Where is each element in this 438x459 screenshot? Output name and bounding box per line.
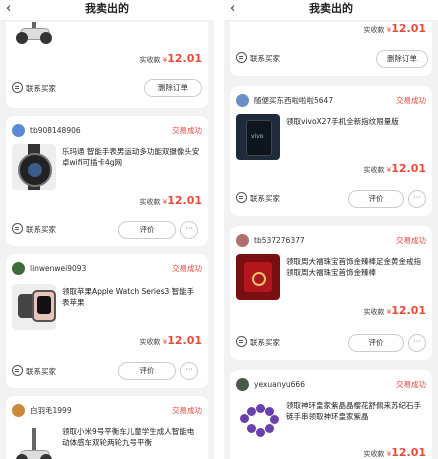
- delete-order-button[interactable]: 删除订单: [144, 79, 202, 97]
- product-title[interactable]: 乐玛通 智能手表男运动多功能双摄像头安卓wifi可插卡4g网: [62, 146, 200, 168]
- price-amount: 12.01: [167, 194, 202, 207]
- avatar[interactable]: [236, 378, 249, 391]
- price-display: 实收款 ¥12.01: [363, 22, 427, 35]
- price-display: 实收款 ¥12.01: [139, 52, 203, 65]
- status-badge: 交易成功: [396, 96, 426, 105]
- review-button[interactable]: 评价: [348, 190, 404, 208]
- price-amount: 12.01: [391, 304, 426, 317]
- product-title[interactable]: 领取苹果Apple Watch Series3 智能手表苹果: [62, 286, 200, 308]
- product-image[interactable]: [12, 144, 56, 190]
- product-image[interactable]: [12, 424, 56, 459]
- review-button[interactable]: 评价: [118, 221, 176, 239]
- price-display: 实收款 ¥12.01: [363, 304, 427, 317]
- order-card: tb537276377 交易成功 领取周大福珠宝首饰金臻棒足金黄金戒指领取周大福…: [230, 226, 432, 360]
- avatar[interactable]: [12, 124, 25, 137]
- price-display: 实收款 ¥12.01: [139, 334, 203, 347]
- avatar[interactable]: [12, 404, 25, 417]
- chat-icon: [236, 192, 247, 203]
- buyer-name: yexuanyu666: [254, 380, 305, 389]
- review-button[interactable]: 评价: [118, 362, 176, 380]
- chat-icon: [12, 365, 23, 376]
- product-title[interactable]: 领取神环皇家紫晶晶樱花舒佩来苏纪石手链手串领取神环皇家紫晶: [286, 400, 424, 422]
- right-screen: ‹ 我卖出的 实收款 ¥12.01 联系买家 删除订单 随便买东西啦啦啦5647…: [224, 0, 438, 459]
- avatar[interactable]: [12, 262, 25, 275]
- product-title[interactable]: 领取周大福珠宝首饰金臻棒足金黄金戒指领取周大福珠宝首饰金臻棒: [286, 256, 424, 278]
- product-title[interactable]: 领取vivoX27手机全新指纹限量版: [286, 116, 424, 127]
- price-display: 实收款 ¥12.01: [363, 446, 427, 459]
- product-image[interactable]: [12, 284, 56, 330]
- buyer-name: tb537276377: [254, 236, 305, 245]
- order-card: 随便买东西啦啦啦5647 交易成功 领取vivoX27手机全新指纹限量版 实收款…: [230, 86, 432, 216]
- order-card: yexuanyu666 交易成功 领取神环皇家紫晶晶樱花舒佩来苏纪石手链手串领取…: [230, 370, 432, 459]
- price-display: 实收款 ¥12.01: [363, 162, 427, 175]
- order-card: tb908148906 交易成功 乐玛通 智能手表男运动多功能双摄像头安卓wif…: [6, 116, 208, 246]
- price-display: 实收款 ¥12.01: [139, 194, 203, 207]
- status-badge: 交易成功: [396, 236, 426, 245]
- status-badge: 交易成功: [172, 264, 202, 273]
- buyer-name: 随便买东西啦啦啦5647: [254, 96, 334, 105]
- order-card: 实收款 ¥12.01 联系买家 删除订单: [6, 22, 208, 108]
- order-card: 白羽毛1999 交易成功 领取小米9号平衡车儿童学生成人智能电动体感车双轮两轮九…: [6, 396, 208, 459]
- more-options-icon[interactable]: ···: [180, 221, 198, 239]
- contact-buyer-button[interactable]: 联系买家: [12, 223, 56, 237]
- top-bar: ‹ 我卖出的: [224, 0, 438, 20]
- avatar[interactable]: [236, 234, 249, 247]
- order-card: 实收款 ¥12.01 联系买家 删除订单: [230, 22, 432, 76]
- product-image[interactable]: [236, 254, 280, 300]
- screen-divider: [214, 0, 224, 459]
- review-button[interactable]: 评价: [348, 334, 404, 352]
- price-amount: 12.01: [391, 22, 426, 35]
- order-card: linwenwei9093 交易成功 领取苹果Apple Watch Serie…: [6, 254, 208, 388]
- buyer-name: 白羽毛1999: [30, 406, 72, 415]
- chat-icon: [236, 336, 247, 347]
- more-options-icon[interactable]: ···: [408, 190, 426, 208]
- price-amount: 12.01: [167, 52, 202, 65]
- contact-buyer-button[interactable]: 联系买家: [236, 192, 280, 206]
- product-image[interactable]: [236, 114, 280, 160]
- delete-order-button[interactable]: 删除订单: [376, 50, 428, 68]
- avatar[interactable]: [236, 94, 249, 107]
- price-amount: 12.01: [391, 446, 426, 459]
- top-bar: ‹ 我卖出的: [0, 0, 214, 20]
- price-amount: 12.01: [391, 162, 426, 175]
- buyer-name: linwenwei9093: [30, 264, 87, 273]
- left-screen: ‹ 我卖出的 实收款 ¥12.01 联系买家 删除订单 tb908148906 …: [0, 0, 214, 459]
- contact-buyer-button[interactable]: 联系买家: [12, 82, 56, 96]
- more-options-icon[interactable]: ···: [408, 334, 426, 352]
- product-image[interactable]: [236, 398, 280, 444]
- page-title: 我卖出的: [309, 2, 353, 15]
- status-badge: 交易成功: [396, 380, 426, 389]
- price-amount: 12.01: [167, 334, 202, 347]
- chat-icon: [12, 82, 23, 93]
- page-title: 我卖出的: [85, 2, 129, 15]
- contact-buyer-button[interactable]: 联系买家: [236, 336, 280, 350]
- product-title[interactable]: 领取小米9号平衡车儿童学生成人智能电动体感车双轮两轮九号平衡: [62, 426, 200, 448]
- buyer-name: tb908148906: [30, 126, 81, 135]
- contact-buyer-button[interactable]: 联系买家: [236, 52, 280, 66]
- contact-buyer-button[interactable]: 联系买家: [12, 365, 56, 379]
- status-badge: 交易成功: [172, 126, 202, 135]
- chat-icon: [12, 223, 23, 234]
- chat-icon: [236, 52, 247, 63]
- more-options-icon[interactable]: ···: [180, 362, 198, 380]
- status-badge: 交易成功: [172, 406, 202, 415]
- product-image[interactable]: [12, 22, 56, 48]
